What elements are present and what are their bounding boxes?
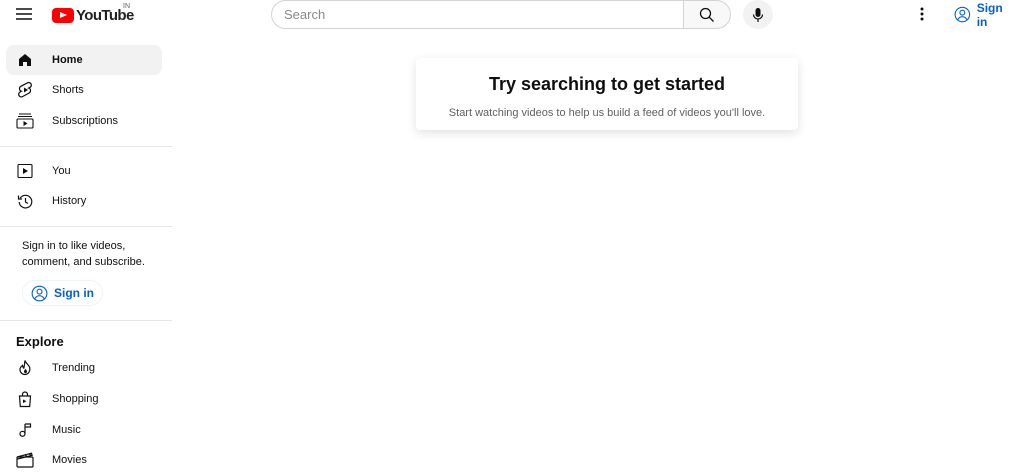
sidebar-item-label: History bbox=[52, 195, 87, 207]
sidebar-item-label: Shorts bbox=[52, 84, 84, 96]
sidebar-item-trending[interactable]: Trending bbox=[6, 353, 162, 383]
empty-feed-title: Try searching to get started bbox=[488, 74, 726, 94]
subscriptions-icon bbox=[16, 112, 34, 130]
account-icon bbox=[31, 285, 48, 301]
sidebar-sign-in-label: Sign in bbox=[54, 286, 94, 300]
top-bar: YouTube IN Sign in bbox=[0, 0, 1024, 30]
sidebar-item-label: Home bbox=[52, 54, 83, 66]
youtube-logo[interactable]: YouTube bbox=[52, 4, 134, 26]
sidebar-item-label: Shopping bbox=[52, 393, 99, 405]
search-icon bbox=[699, 7, 714, 22]
sidebar-divider bbox=[0, 146, 172, 147]
trending-icon bbox=[16, 359, 34, 377]
youtube-play-icon bbox=[52, 7, 74, 23]
sidebar-item-history[interactable]: History bbox=[6, 186, 162, 216]
sidebar-item-label: Subscriptions bbox=[52, 115, 119, 127]
empty-feed-card: Try searching to get started Start watch… bbox=[416, 58, 798, 130]
country-code: IN bbox=[123, 3, 130, 10]
sidebar-sign-in-button[interactable]: Sign in bbox=[22, 280, 103, 306]
music-icon bbox=[16, 421, 34, 439]
header-sign-in-button[interactable]: Sign in bbox=[946, 0, 1024, 29]
sidebar-item-shopping[interactable]: Shopping bbox=[6, 384, 162, 414]
explore-heading: Explore bbox=[16, 334, 64, 349]
sidebar-item-label: You bbox=[52, 165, 71, 177]
microphone-icon bbox=[752, 7, 764, 22]
movies-icon bbox=[16, 451, 34, 469]
sidebar-item-shorts[interactable]: Shorts bbox=[6, 75, 162, 105]
header-sign-in-label: Sign in bbox=[976, 0, 1003, 29]
sidebar-divider bbox=[0, 320, 172, 321]
sidebar-item-home[interactable]: Home bbox=[6, 45, 162, 75]
sidebar-item-label: Trending bbox=[52, 362, 96, 374]
menu-icon[interactable] bbox=[10, 2, 38, 26]
search-bar bbox=[271, 0, 731, 29]
you-icon bbox=[16, 162, 34, 180]
sidebar-item-subscriptions[interactable]: Subscriptions bbox=[6, 106, 162, 136]
search-button[interactable] bbox=[683, 0, 731, 29]
more-options-icon[interactable] bbox=[912, 3, 932, 25]
shopping-icon bbox=[16, 390, 34, 408]
search-input[interactable] bbox=[271, 0, 683, 29]
account-icon bbox=[954, 6, 971, 23]
sidebar-item-movies[interactable]: Movies bbox=[6, 445, 162, 472]
empty-feed-subtitle: Start watching videos to help us build a… bbox=[448, 107, 766, 119]
sidebar-item-label: Music bbox=[52, 424, 81, 436]
shorts-icon bbox=[16, 81, 34, 99]
voice-search-button[interactable] bbox=[743, 0, 773, 29]
sign-in-prompt: Sign in to like videos, comment, and sub… bbox=[22, 240, 145, 268]
home-icon bbox=[16, 51, 34, 69]
sidebar-item-label: Movies bbox=[52, 454, 87, 466]
history-icon bbox=[16, 192, 34, 210]
sidebar-item-music[interactable]: Music bbox=[6, 415, 162, 445]
sidebar-divider bbox=[0, 226, 172, 227]
sidebar: Home Shorts Subscriptions You History Si… bbox=[0, 40, 172, 472]
sidebar-item-you[interactable]: You bbox=[6, 156, 162, 186]
